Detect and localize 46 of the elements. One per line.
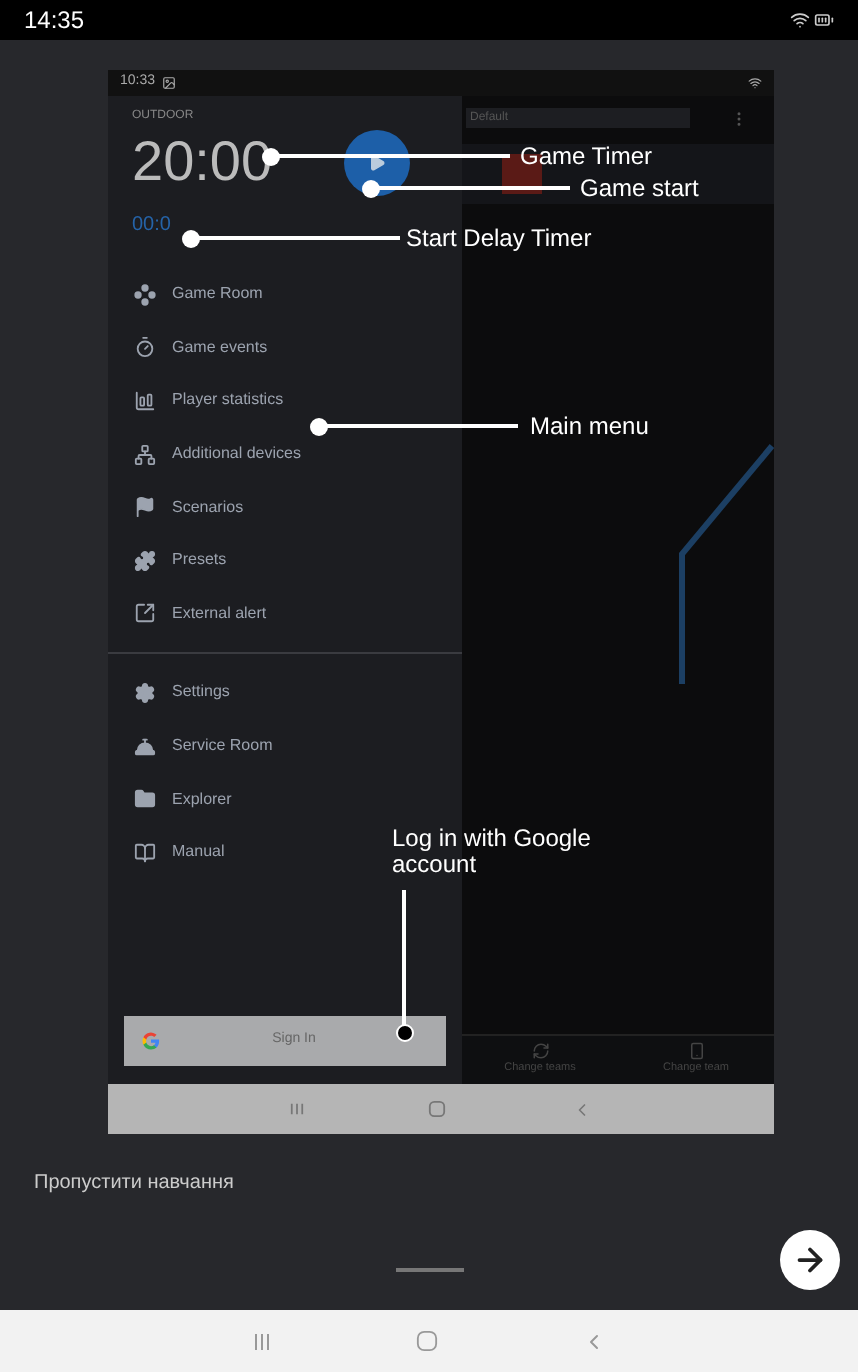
recents-icon[interactable] bbox=[252, 1331, 272, 1351]
folder-icon bbox=[134, 788, 156, 811]
google-logo-icon bbox=[142, 1032, 160, 1050]
menu-item[interactable]: Scenarios bbox=[134, 480, 244, 534]
menu-item[interactable]: Game Room bbox=[134, 268, 263, 322]
annotation-label: Log in with Google account bbox=[392, 826, 593, 878]
game-timer: 20:00 bbox=[132, 134, 273, 190]
recents-icon[interactable] bbox=[290, 1102, 305, 1116]
menu-item[interactable]: External alert bbox=[134, 587, 267, 641]
menu-item[interactable]: Service Room bbox=[134, 719, 273, 773]
play-icon bbox=[368, 153, 387, 171]
menu-item[interactable]: Additional devices bbox=[134, 427, 301, 481]
wifi-icon bbox=[790, 10, 810, 30]
puzzle-icon bbox=[134, 549, 156, 572]
network-icon bbox=[134, 443, 156, 466]
menu-item[interactable]: Manual bbox=[134, 825, 225, 880]
annotation-label: Game Timer bbox=[520, 140, 653, 174]
refresh-icon bbox=[531, 1042, 549, 1061]
skip-tutorial-link[interactable]: Пропустити навчання bbox=[0, 1168, 858, 1198]
settings-icon bbox=[134, 681, 156, 704]
menu-item[interactable]: Player statistics bbox=[134, 374, 284, 428]
battery-icon bbox=[814, 10, 834, 30]
clock: 14:35 bbox=[24, 4, 85, 38]
flag-icon bbox=[134, 496, 156, 519]
menu-item[interactable]: Presets bbox=[134, 533, 227, 588]
bell-icon bbox=[134, 735, 156, 758]
home-icon[interactable] bbox=[416, 1330, 438, 1352]
image-icon bbox=[161, 76, 176, 90]
annotation-label: Game start bbox=[580, 172, 699, 206]
phone-icon bbox=[687, 1042, 705, 1061]
chart-icon bbox=[134, 389, 156, 412]
sheet-handle[interactable] bbox=[395, 1268, 463, 1272]
annotation-label: Main menu bbox=[530, 410, 649, 444]
home-icon[interactable] bbox=[428, 1100, 447, 1118]
timer-icon bbox=[134, 336, 156, 359]
book-icon bbox=[134, 841, 156, 864]
menu-item[interactable]: Settings bbox=[134, 666, 230, 720]
dots-icon bbox=[134, 283, 156, 306]
start-delay-timer: 00:0 bbox=[132, 212, 171, 240]
arrow-right-icon bbox=[792, 1242, 828, 1278]
external-icon bbox=[134, 602, 156, 625]
menu-item[interactable]: Explorer bbox=[134, 772, 232, 826]
next-button[interactable] bbox=[780, 1230, 840, 1290]
annotation-label: Start Delay Timer bbox=[406, 222, 592, 256]
menu-item[interactable]: Game events bbox=[134, 321, 268, 375]
signal-icon bbox=[748, 76, 762, 90]
